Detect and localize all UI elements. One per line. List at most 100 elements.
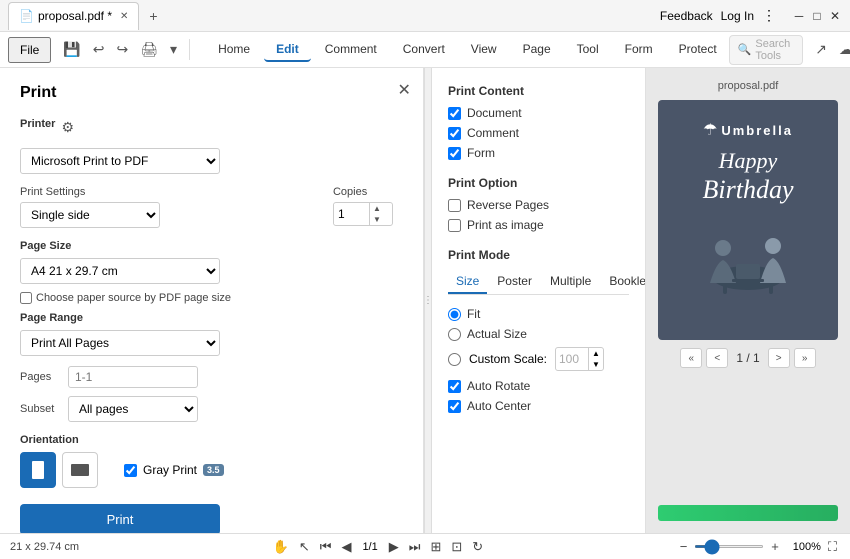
panel-divider[interactable]: ⋮ <box>424 68 432 533</box>
main-layout: Print ✕ Printer ⚙ Microsoft Print to PDF… <box>0 68 850 533</box>
gray-print-checkbox[interactable] <box>124 464 137 477</box>
custom-scale-radio[interactable] <box>448 353 461 366</box>
select-tool-button[interactable]: ↖ <box>296 538 313 556</box>
menu-dots-button[interactable]: ⋮ <box>762 7 776 24</box>
happy-text: Happy <box>703 148 794 174</box>
pages-input[interactable] <box>68 366 198 388</box>
print-settings-select[interactable]: Single side <box>20 202 160 228</box>
print-as-image-label: Print as image <box>467 218 544 232</box>
cloud-icon-button[interactable]: ☁ <box>835 39 850 60</box>
new-tab-button[interactable]: + <box>141 4 165 28</box>
tab-multiple[interactable]: Multiple <box>542 270 599 294</box>
nav-edit[interactable]: Edit <box>264 38 311 62</box>
tab-booklet[interactable]: Booklet <box>601 270 646 294</box>
page-last-button[interactable]: ⏭ <box>406 538 424 556</box>
search-icon: 🔍 <box>738 43 752 56</box>
form-row: Form <box>448 146 629 160</box>
page-prev-button[interactable]: ◀ <box>338 538 354 556</box>
printer-settings-icon[interactable]: ⚙ <box>61 119 74 136</box>
nav-next-button[interactable]: > <box>768 348 790 368</box>
print-as-image-checkbox[interactable] <box>448 219 461 232</box>
tab-close-button[interactable]: ✕ <box>120 11 128 22</box>
redo-icon-button[interactable]: ↪ <box>113 39 133 60</box>
scale-input-wrap: ▲ ▼ <box>555 347 604 371</box>
nav-comment[interactable]: Comment <box>313 38 389 62</box>
reverse-pages-label: Reverse Pages <box>467 198 549 212</box>
fit-page-button[interactable]: ⊞ <box>427 538 444 556</box>
form-checkbox[interactable] <box>448 147 461 160</box>
active-tab[interactable]: 📄 proposal.pdf * ✕ <box>8 2 139 30</box>
nav-first-button[interactable]: « <box>680 348 702 368</box>
nav-home[interactable]: Home <box>206 38 262 62</box>
dropdown-icon-button[interactable]: ▾ <box>166 39 181 60</box>
share-icon-button[interactable]: ↗ <box>811 39 831 60</box>
tab-poster[interactable]: Poster <box>489 270 540 294</box>
printer-select[interactable]: Microsoft Print to PDF <box>20 148 220 174</box>
reverse-pages-checkbox[interactable] <box>448 199 461 212</box>
print-button[interactable]: Print <box>20 504 220 533</box>
close-window-button[interactable]: ✕ <box>828 9 842 23</box>
hand-tool-button[interactable]: ✋ <box>270 538 292 556</box>
actual-size-radio[interactable] <box>448 328 461 341</box>
comment-label: Comment <box>467 126 519 140</box>
copies-down-button[interactable]: ▼ <box>369 214 384 225</box>
copies-arrows: ▲ ▼ <box>369 203 384 225</box>
auto-center-checkbox[interactable] <box>448 400 461 413</box>
page-next-button[interactable]: ▶ <box>386 538 402 556</box>
print-panel: Print ✕ Printer ⚙ Microsoft Print to PDF… <box>0 68 424 533</box>
preview-card: ☂ Umbrella Happy Birthday <box>658 100 838 340</box>
comment-checkbox[interactable] <box>448 127 461 140</box>
document-row: Document <box>448 106 629 120</box>
copies-field[interactable] <box>334 204 369 224</box>
birthday-text: Happy Birthday <box>703 148 794 206</box>
page-first-button[interactable]: ⏮ <box>317 538 335 556</box>
tab-size[interactable]: Size <box>448 270 487 294</box>
gray-print-label: Gray Print <box>143 463 197 477</box>
feedback-button[interactable]: Feedback <box>660 9 713 23</box>
nav-view[interactable]: View <box>459 38 509 62</box>
minimize-button[interactable]: ─ <box>792 9 806 23</box>
nav-prev-button[interactable]: < <box>706 348 728 368</box>
zoom-in-button[interactable]: + <box>768 538 782 555</box>
nav-convert[interactable]: Convert <box>391 38 457 62</box>
page-range-section: Page Range Print All Pages <box>20 312 403 356</box>
top-bar: 📄 proposal.pdf * ✕ + Feedback Log In ⋮ ─… <box>0 0 850 32</box>
search-tools-box[interactable]: 🔍 Search Tools <box>729 35 804 65</box>
save-icon-button[interactable]: 💾 <box>59 39 84 60</box>
fullscreen-button[interactable]: ⛶ <box>825 538 840 556</box>
page-range-select[interactable]: Print All Pages <box>20 330 220 356</box>
print-settings-label: Print Settings <box>20 186 321 198</box>
top-right-area: Feedback Log In ⋮ ─ □ ✕ <box>660 7 842 24</box>
fit-width-button[interactable]: ⊡ <box>448 538 465 556</box>
scale-down-button[interactable]: ▼ <box>588 359 603 370</box>
document-checkbox[interactable] <box>448 107 461 120</box>
zoom-slider[interactable] <box>694 545 764 548</box>
choose-paper-checkbox[interactable] <box>20 292 32 304</box>
scale-value-input[interactable] <box>556 350 588 368</box>
landscape-button[interactable] <box>62 452 98 488</box>
nav-form[interactable]: Form <box>613 38 665 62</box>
subset-select[interactable]: All pages <box>68 396 198 422</box>
undo-icon-button[interactable]: ↩ <box>89 39 109 60</box>
close-print-panel-button[interactable]: ✕ <box>398 80 411 100</box>
nav-protect[interactable]: Protect <box>667 38 729 62</box>
nav-tool[interactable]: Tool <box>565 38 611 62</box>
auto-rotate-checkbox[interactable] <box>448 380 461 393</box>
login-button[interactable]: Log In <box>721 9 754 23</box>
copies-up-button[interactable]: ▲ <box>369 203 384 214</box>
print-title: Print <box>20 84 403 102</box>
scale-up-button[interactable]: ▲ <box>588 348 603 359</box>
page-size-select[interactable]: A4 21 x 29.7 cm <box>20 258 220 284</box>
maximize-button[interactable]: □ <box>810 9 824 23</box>
nav-page[interactable]: Page <box>511 38 563 62</box>
fit-radio[interactable] <box>448 308 461 321</box>
print-icon-button[interactable]: 🖨 <box>136 39 162 60</box>
nav-last-button[interactable]: » <box>794 348 816 368</box>
status-bar: 21 x 29.74 cm ✋ ↖ ⏮ ◀ 1/1 ▶ ⏭ ⊞ ⊡ ↻ − + … <box>0 533 850 559</box>
subset-row: Subset All pages <box>20 396 403 422</box>
file-menu[interactable]: File <box>8 37 51 63</box>
rotate-button[interactable]: ↻ <box>469 538 486 556</box>
portrait-button[interactable] <box>20 452 56 488</box>
zoom-out-button[interactable]: − <box>677 538 691 555</box>
fit-label: Fit <box>467 307 480 321</box>
